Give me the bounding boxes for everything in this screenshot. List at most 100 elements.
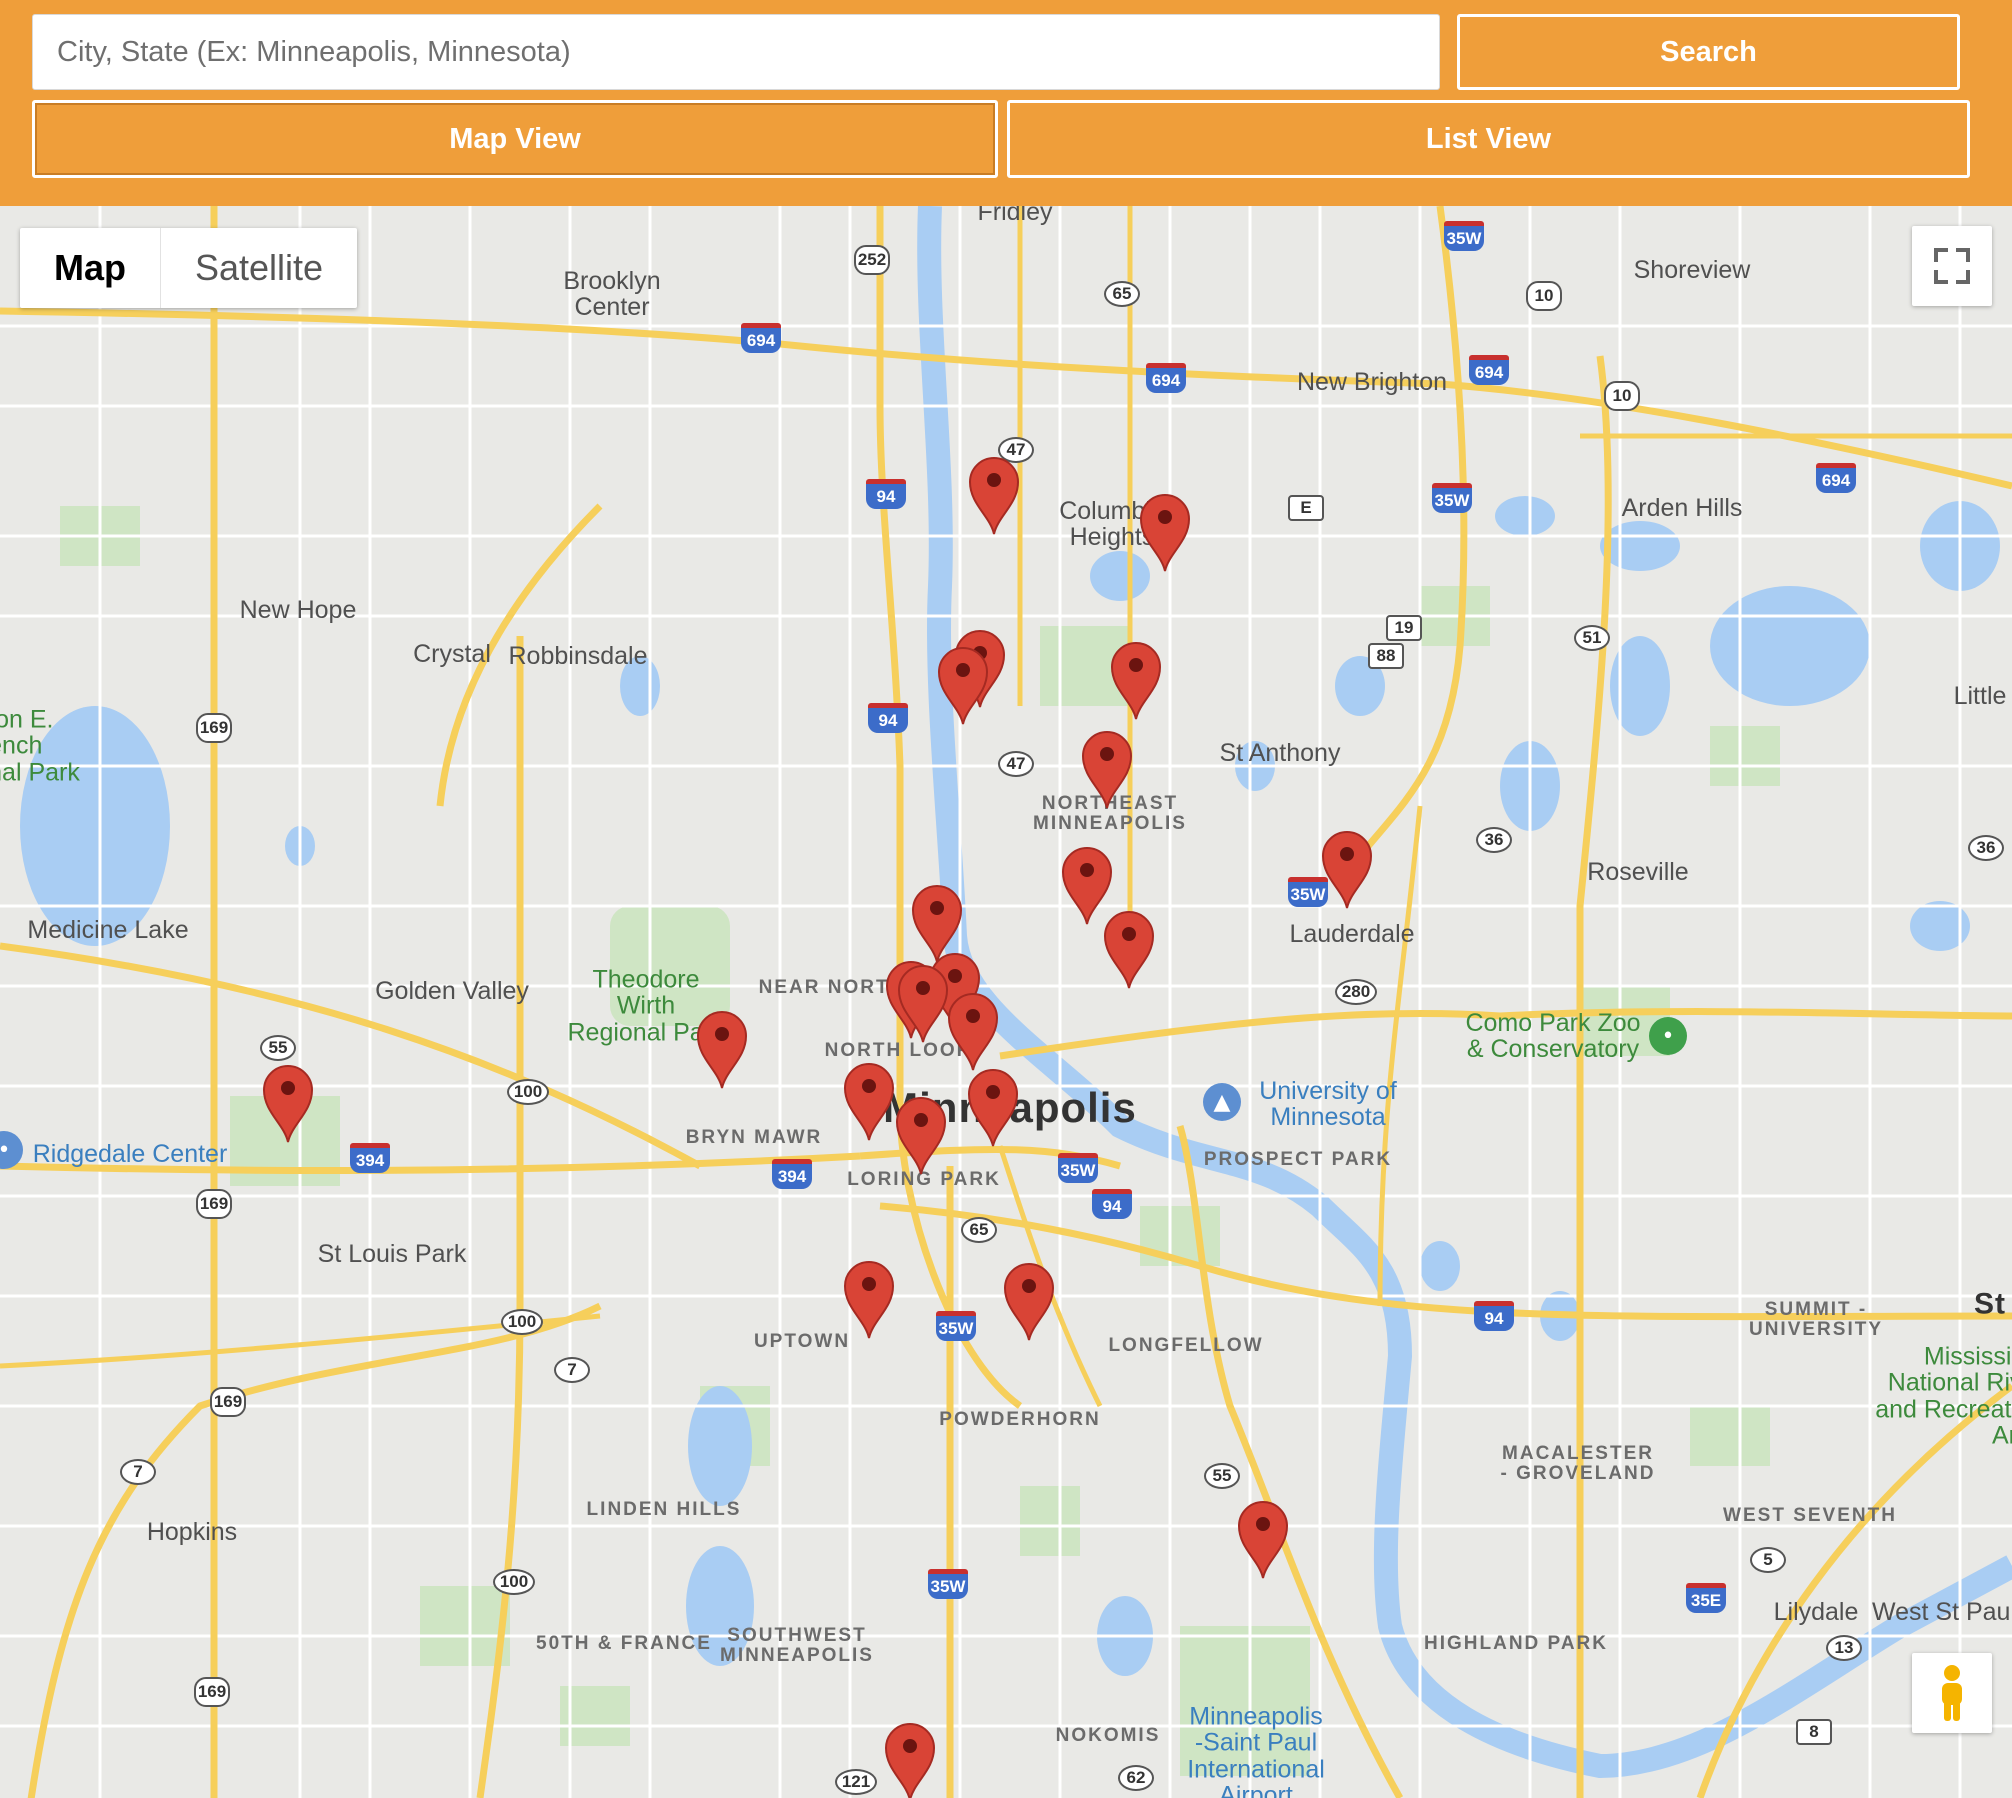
location-marker[interactable]: [1081, 730, 1133, 810]
street-view-button[interactable]: [1912, 1653, 1992, 1733]
state-route-shield: 19: [1386, 615, 1422, 641]
location-marker[interactable]: [1321, 830, 1373, 910]
interstate-shield: 694: [1469, 355, 1509, 385]
search-header: Search Map View List View: [0, 0, 2012, 206]
state-route-shield: 280: [1335, 979, 1377, 1005]
interstate-shield: 694: [1816, 463, 1856, 493]
us-highway-shield: 10: [1604, 381, 1640, 411]
location-marker[interactable]: [884, 1722, 936, 1798]
us-highway-shield: 252: [854, 245, 890, 275]
location-marker[interactable]: [895, 1096, 947, 1176]
search-button[interactable]: Search: [1457, 14, 1960, 90]
map-label: SUMMIT - UNIVERSITY: [1748, 1299, 1884, 1340]
map-label: UPTOWN: [753, 1331, 851, 1353]
map-label: Lilydale: [1773, 1597, 1859, 1626]
state-route-shield: 65: [1104, 281, 1140, 307]
interstate-shield: 35W: [928, 1569, 968, 1599]
state-route-shield: 36: [1968, 835, 2004, 861]
state-route-shield: 100: [493, 1569, 535, 1595]
map-type-satellite-button[interactable]: Satellite: [161, 228, 357, 308]
map-label: St: [1974, 1287, 2006, 1321]
map-label: Ridgedale Center: [32, 1139, 228, 1168]
map-label: St Louis Park: [317, 1239, 467, 1268]
map-label: Fridley: [977, 206, 1053, 226]
map-label: Brooklyn Center: [563, 266, 661, 321]
us-highway-shield: 169: [210, 1387, 246, 1417]
interstate-shield: 35W: [936, 1311, 976, 1341]
location-marker[interactable]: [967, 1068, 1019, 1148]
interstate-shield: 94: [1092, 1189, 1132, 1219]
interstate-shield: 35E: [1686, 1583, 1726, 1613]
fullscreen-button[interactable]: [1912, 226, 1992, 306]
map-label: Lauderdale: [1289, 919, 1415, 948]
us-highway-shield: 10: [1526, 281, 1562, 311]
map-label: LONGFELLOW: [1108, 1335, 1264, 1357]
location-marker[interactable]: [696, 1010, 748, 1090]
map-label: SOUTHWEST MINNEAPOLIS: [720, 1625, 874, 1666]
location-marker[interactable]: [1237, 1500, 1289, 1580]
state-route-shield: E: [1288, 495, 1324, 521]
state-route-shield: 100: [507, 1079, 549, 1105]
fullscreen-icon: [1934, 248, 1970, 284]
state-route-shield: 7: [554, 1357, 590, 1383]
map-label: POWDERHORN: [939, 1409, 1101, 1431]
state-route-shield: 8: [1796, 1719, 1832, 1745]
map-label: Roseville: [1587, 857, 1689, 886]
map-label: St Anthony: [1219, 738, 1341, 767]
state-route-shield: 51: [1574, 625, 1610, 651]
interstate-shield: 35W: [1058, 1153, 1098, 1183]
map-label: LINDEN HILLS: [586, 1499, 742, 1521]
state-route-shield: 100: [501, 1309, 543, 1335]
state-route-shield: 62: [1118, 1765, 1154, 1791]
interstate-shield: 694: [1146, 363, 1186, 393]
map-label: NOKOMIS: [1055, 1725, 1161, 1747]
us-highway-shield: 169: [196, 713, 232, 743]
map-label: Arden Hills: [1621, 493, 1743, 522]
interstate-shield: 35W: [1432, 483, 1472, 513]
interstate-shield: 94: [866, 479, 906, 509]
location-marker[interactable]: [1110, 641, 1162, 721]
location-marker[interactable]: [1103, 910, 1155, 990]
state-route-shield: 55: [1204, 1463, 1240, 1489]
map-label: 50TH & FRANCE: [536, 1633, 712, 1655]
map-label: NEAR NORTH: [758, 977, 906, 999]
map-label: Mississippi National River and Recreatio…: [1875, 1342, 2012, 1450]
map-view-button[interactable]: Map View: [32, 100, 998, 178]
map-label: WEST SEVENTH: [1723, 1505, 1897, 1527]
location-search-input[interactable]: [32, 14, 1440, 90]
location-marker[interactable]: [897, 964, 949, 1044]
map-label: Medicine Lake: [27, 915, 189, 944]
location-marker[interactable]: [947, 992, 999, 1072]
location-marker[interactable]: [843, 1062, 895, 1142]
school-icon: ▲: [1203, 1083, 1241, 1121]
map-label: University of Minnesota: [1259, 1076, 1397, 1131]
state-route-shield: 5: [1750, 1547, 1786, 1573]
interstate-shield: 694: [741, 323, 781, 353]
interstate-shield: 35W: [1444, 221, 1484, 251]
pegman-icon: [1942, 1665, 1962, 1721]
location-marker[interactable]: [1139, 493, 1191, 573]
state-route-shield: 47: [998, 751, 1034, 777]
map-label: BRYN MAWR: [685, 1127, 823, 1149]
location-marker[interactable]: [937, 646, 989, 726]
state-route-shield: 88: [1368, 643, 1404, 669]
map-label: PROSPECT PARK: [1203, 1149, 1393, 1171]
location-marker[interactable]: [262, 1064, 314, 1144]
zoo-paw-icon: •: [1649, 1017, 1687, 1055]
map-label: Golden Valley: [375, 976, 529, 1005]
map-type-control: Map Satellite: [20, 228, 358, 308]
map-label: HIGHLAND PARK: [1424, 1633, 1608, 1655]
map-label: West St Paul: [1871, 1597, 2012, 1626]
map-label: Como Park Zoo & Conservatory: [1465, 1008, 1641, 1063]
location-marker[interactable]: [843, 1260, 895, 1340]
location-marker[interactable]: [968, 456, 1020, 536]
interstate-shield: 394: [772, 1159, 812, 1189]
map-type-map-button[interactable]: Map: [20, 228, 161, 308]
location-marker[interactable]: [1003, 1262, 1055, 1342]
us-highway-shield: 169: [196, 1189, 232, 1219]
map-label: New Hope: [239, 595, 357, 624]
map-label: Robbinsdale: [508, 641, 648, 670]
list-view-button[interactable]: List View: [1007, 100, 1970, 178]
map-canvas[interactable]: Fridley Brooklyn Center Shoreview New Br…: [0, 206, 2012, 1798]
map-label: ton E. ench nal Park: [0, 705, 80, 787]
